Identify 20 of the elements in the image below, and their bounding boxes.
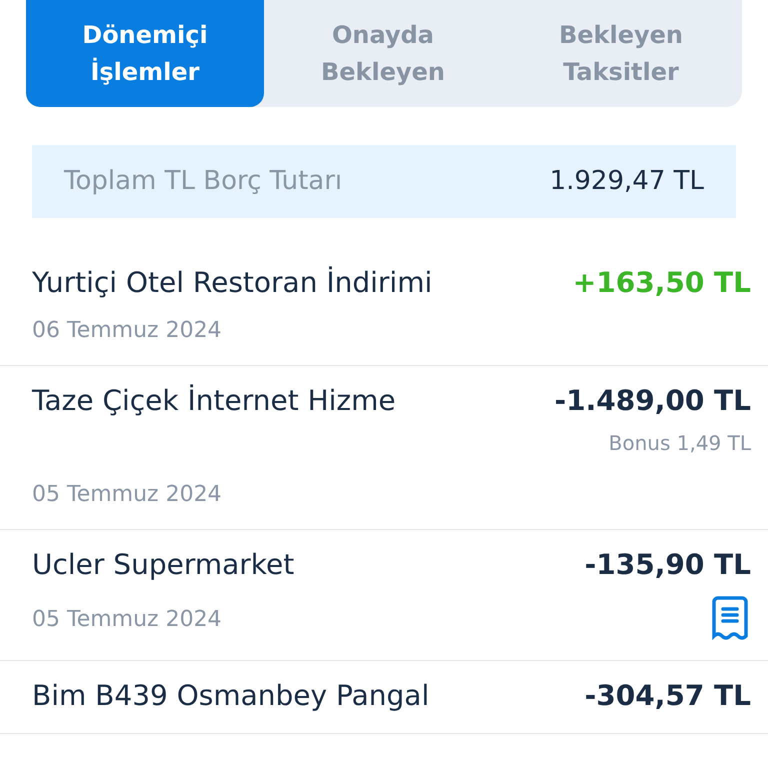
- transaction-row[interactable]: Bim B439 Osmanbey Pangal -304,57 TL: [0, 661, 768, 734]
- transaction-date: 06 Temmuz 2024: [32, 317, 222, 345]
- transaction-row[interactable]: Yurtiçi Otel Restoran İndirimi +163,50 TL 06 Temmuz 2024: [0, 248, 768, 366]
- merchant-name: Bim B439 Osmanbey Pangal: [32, 678, 430, 714]
- bonus-amount: Bonus 1,49 TL: [608, 430, 751, 457]
- transaction-date: 05 Temmuz 2024: [32, 606, 222, 634]
- amount: -135,90 TL: [584, 547, 751, 583]
- tab[interactable]: Dönemiçi İşlemler: [26, 0, 264, 107]
- merchant-name: Ucler Supermarket: [32, 547, 294, 583]
- merchant-name: Taze Çiçek İnternet Hizme: [32, 383, 396, 419]
- total-amount: 1.929,47 TL: [550, 165, 704, 198]
- transaction-row[interactable]: Taze Çiçek İnternet Hizme -1.489,00 TL Bonus 1,49 TL 05 Temmuz 2024: [0, 366, 768, 530]
- amount: -1.489,00 TL: [554, 383, 751, 419]
- transaction-row[interactable]: Ucler Supermarket -135,90 TL 05 Temmuz 2024: [0, 530, 768, 661]
- receipt-icon[interactable]: [710, 596, 750, 642]
- total-label: Toplam TL Borç Tutarı: [64, 165, 342, 198]
- merchant-name: Yurtiçi Otel Restoran İndirimi: [32, 265, 432, 301]
- amount: -304,57 TL: [584, 678, 751, 714]
- amount: +163,50 TL: [572, 265, 751, 301]
- transaction-date: 05 Temmuz 2024: [32, 481, 222, 509]
